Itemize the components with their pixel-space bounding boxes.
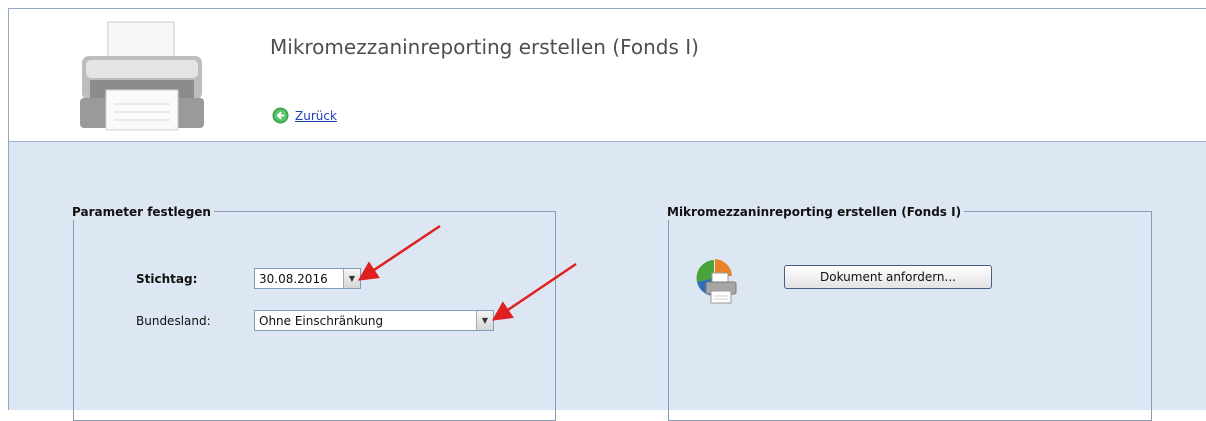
chevron-down-icon: ▼ xyxy=(481,315,489,325)
report-legend: Mikromezzaninreporting erstellen (Fonds … xyxy=(665,204,965,220)
bundesland-label: Bundesland: xyxy=(136,314,211,328)
back-link-label[interactable]: Zurück xyxy=(295,109,337,123)
bundesland-select[interactable]: Ohne Einschränkung ▼ xyxy=(254,310,494,331)
page-title: Mikromezzaninreporting erstellen (Fonds … xyxy=(270,35,699,59)
bundesland-value[interactable]: Ohne Einschränkung xyxy=(255,314,476,328)
back-link[interactable]: Zurück xyxy=(272,107,337,124)
stichtag-dropdown-button[interactable]: ▼ xyxy=(343,269,360,288)
request-document-button[interactable]: Dokument anfordern... xyxy=(784,265,992,289)
bundesland-dropdown-button[interactable]: ▼ xyxy=(476,311,493,330)
stichtag-date-picker[interactable]: 30.08.2016 ▼ xyxy=(254,268,361,289)
stichtag-label: Stichtag: xyxy=(136,272,198,286)
printer-icon xyxy=(80,21,204,131)
report-fieldset: Mikromezzaninreporting erstellen (Fonds … xyxy=(665,204,1152,421)
parameter-legend: Parameter festlegen xyxy=(70,204,214,220)
chevron-down-icon: ▼ xyxy=(348,273,356,283)
chart-printer-icon xyxy=(696,259,737,304)
stichtag-value[interactable]: 30.08.2016 xyxy=(255,272,343,286)
back-arrow-icon xyxy=(272,107,289,124)
